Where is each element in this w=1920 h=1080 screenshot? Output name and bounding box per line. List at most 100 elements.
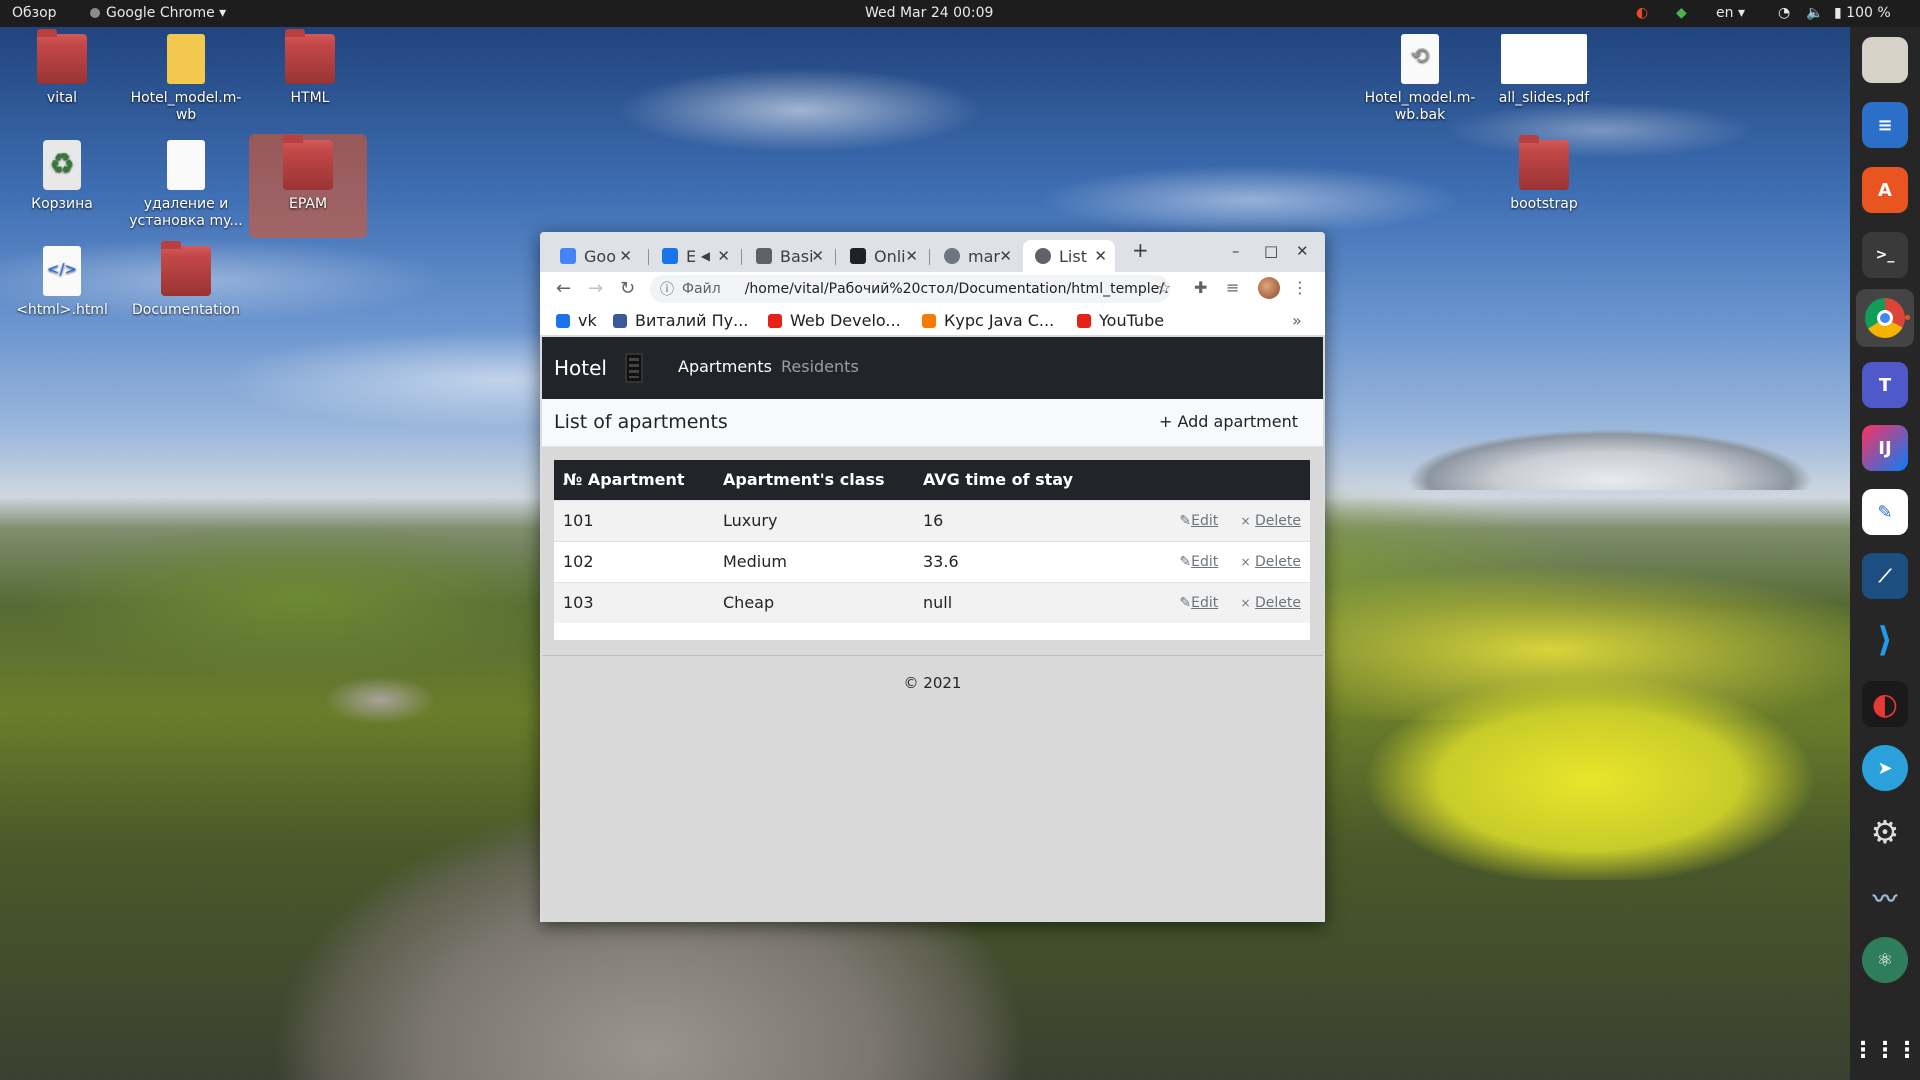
forward-icon[interactable]: → xyxy=(588,278,603,299)
x-icon: × xyxy=(1240,595,1251,610)
delete-link[interactable]: Delete xyxy=(1255,554,1301,570)
desktop-icon-html-file[interactable]: </> <html>.html xyxy=(3,246,121,319)
close-tab-icon[interactable]: ✕ xyxy=(811,247,824,265)
github-icon xyxy=(944,248,960,264)
desktop-icon-label: Hotel_model.m-wb.bak xyxy=(1364,90,1476,123)
intellij-icon[interactable]: IJ xyxy=(1862,425,1908,471)
app-grid-icon[interactable]: ⋮⋮⋮ xyxy=(1852,1027,1918,1073)
nav-residents[interactable]: Residents xyxy=(781,357,859,376)
teams-icon[interactable]: T xyxy=(1862,362,1908,408)
pdf-icon xyxy=(1501,34,1587,84)
desktop-icon-trash[interactable]: ♻ Корзина xyxy=(3,140,121,213)
list-header-bar: List of apartments + Add apartment xyxy=(542,399,1323,447)
profile-avatar[interactable] xyxy=(1258,277,1280,299)
bookmark-facebook[interactable]: Виталий Пу... xyxy=(613,311,748,330)
volume-icon[interactable]: 🔈 xyxy=(1806,5,1823,21)
close-window-icon[interactable]: ✕ xyxy=(1296,242,1309,260)
reload-icon[interactable]: ↻ xyxy=(620,278,635,299)
battery-status[interactable]: ▮ 100 % xyxy=(1834,5,1891,21)
red-app-icon[interactable]: ◐ xyxy=(1862,681,1908,727)
desktop-icon-html[interactable]: HTML xyxy=(251,29,369,107)
address-bar[interactable]: ⓘ Файл /home/vital/Рабочий%20стол/Docume… xyxy=(650,275,1170,303)
minimize-icon[interactable]: – xyxy=(1232,242,1240,260)
tab-list-active[interactable]: List ✕ xyxy=(1023,240,1115,272)
desktop-icon-pdf[interactable]: all_slides.pdf xyxy=(1485,34,1603,107)
delete-link[interactable]: Delete xyxy=(1255,595,1301,611)
desktop-icon-hotel-model-bak[interactable]: ⟲ Hotel_model.m-wb.bak xyxy=(1361,34,1479,124)
add-apartment-button[interactable]: + Add apartment xyxy=(1159,412,1298,431)
tab-separator xyxy=(929,249,930,265)
info-icon[interactable]: ⓘ xyxy=(660,279,674,299)
tab-label: E xyxy=(686,246,697,266)
activities-button[interactable]: Обзор xyxy=(12,5,57,21)
tab-markdown[interactable]: mar ✕ xyxy=(932,240,1020,272)
address-url: /home/vital/Рабочий%20стол/Documentation… xyxy=(744,281,1170,297)
backup-file-icon: ⟲ xyxy=(1401,34,1439,84)
desktop-icon-epam[interactable]: EPAM xyxy=(249,134,367,238)
bookmark-java-course[interactable]: Курс Java C... xyxy=(922,311,1054,330)
close-tab-icon[interactable]: ✕ xyxy=(717,247,730,265)
atom-icon[interactable]: ⚛ xyxy=(1862,937,1908,983)
terminal-icon[interactable]: >_ xyxy=(1862,232,1908,278)
edit-link[interactable]: Edit xyxy=(1191,595,1218,611)
edit-link[interactable]: Edit xyxy=(1191,513,1218,529)
tab-basic[interactable]: Basi ✕ xyxy=(744,240,832,272)
vscode-icon[interactable]: ⟩ xyxy=(1862,617,1908,663)
files-icon[interactable] xyxy=(1862,37,1908,83)
brand[interactable]: Hotel xyxy=(554,356,607,380)
back-icon[interactable]: ← xyxy=(556,278,571,299)
bookmark-star-icon[interactable]: ☆ xyxy=(1157,278,1171,297)
desktop-icon-hotel-model[interactable]: Hotel_model.m-wb xyxy=(127,34,245,124)
desktop-icon-documentation[interactable]: Documentation xyxy=(127,241,245,319)
close-tab-icon[interactable]: ✕ xyxy=(999,247,1012,265)
course-icon xyxy=(922,313,936,328)
chrome-dock-icon[interactable] xyxy=(1856,289,1914,347)
tab-strip: Goo ✕ E ◀ ✕ Basi ✕ Onli ✕ mar ✕ List ✕ + – □ ✕ xyxy=(540,232,1325,272)
mysql-workbench-icon[interactable]: ⟋ xyxy=(1862,553,1908,599)
software-center-icon[interactable]: A xyxy=(1862,167,1908,213)
chrome-icon xyxy=(90,8,100,18)
shield-icon[interactable]: ◆ xyxy=(1676,5,1687,21)
desktop-icon-text-file[interactable]: удаление и установка my... xyxy=(127,140,245,230)
bookmark-web-dev[interactable]: Web Develo... xyxy=(768,311,901,330)
text-editor-icon[interactable]: ✎ xyxy=(1862,489,1908,535)
menu-kebab-icon[interactable]: ⋮ xyxy=(1292,278,1308,297)
column-header: № Apartment xyxy=(554,460,714,500)
archive-icon xyxy=(167,34,205,84)
app-menu[interactable]: Google Chrome ▾ xyxy=(90,5,226,21)
nav-apartments[interactable]: Apartments xyxy=(678,357,772,376)
delete-link[interactable]: Delete xyxy=(1255,513,1301,529)
telegram-icon[interactable]: ➤ xyxy=(1862,745,1908,791)
close-tab-icon[interactable]: ✕ xyxy=(619,247,632,265)
media-queue-icon[interactable]: ≡ xyxy=(1226,278,1239,297)
cell-avg: 16 xyxy=(914,499,1154,541)
table-row: 101 Luxury 16 ✎Edit × Delete xyxy=(554,499,1310,541)
keyboard-layout[interactable]: en ▾ xyxy=(1716,5,1745,21)
extensions-icon[interactable]: ✚ xyxy=(1194,278,1207,297)
keyboard-layout-label: en xyxy=(1716,5,1734,21)
bookmarks-overflow[interactable]: » xyxy=(1292,311,1302,330)
desktop-icon-label: Documentation xyxy=(132,302,240,318)
close-tab-icon[interactable]: ✕ xyxy=(1094,247,1107,265)
system-monitor-icon[interactable]: 〰 xyxy=(1862,873,1908,919)
desktop-icon-bootstrap[interactable]: bootstrap xyxy=(1485,135,1603,213)
audio-icon[interactable]: ◀ xyxy=(701,249,710,263)
bookmark-youtube[interactable]: YouTube xyxy=(1077,311,1164,330)
wifi-icon[interactable]: ◔ xyxy=(1778,5,1790,21)
writer-icon[interactable]: ≡ xyxy=(1862,102,1908,148)
maximize-icon[interactable]: □ xyxy=(1264,242,1278,260)
clock[interactable]: Wed Mar 24 00:09 xyxy=(865,5,993,21)
tab-online[interactable]: Onli ✕ xyxy=(838,240,926,272)
tab-google-translate[interactable]: Goo ✕ xyxy=(548,240,640,272)
bookmark-vk[interactable]: vk xyxy=(556,311,597,330)
tab-separator xyxy=(648,249,649,265)
new-tab-icon[interactable]: + xyxy=(1132,238,1149,262)
settings-icon[interactable]: ⚙ xyxy=(1862,809,1908,855)
indicator-icon[interactable]: ◐ xyxy=(1636,5,1648,21)
tab-separator xyxy=(835,249,836,265)
tab-video[interactable]: E ◀ ✕ xyxy=(650,240,738,272)
close-tab-icon[interactable]: ✕ xyxy=(905,247,918,265)
desktop-icon-vital[interactable]: vital xyxy=(3,29,121,107)
edit-link[interactable]: Edit xyxy=(1191,554,1218,570)
cell-avg: null xyxy=(914,581,1154,623)
